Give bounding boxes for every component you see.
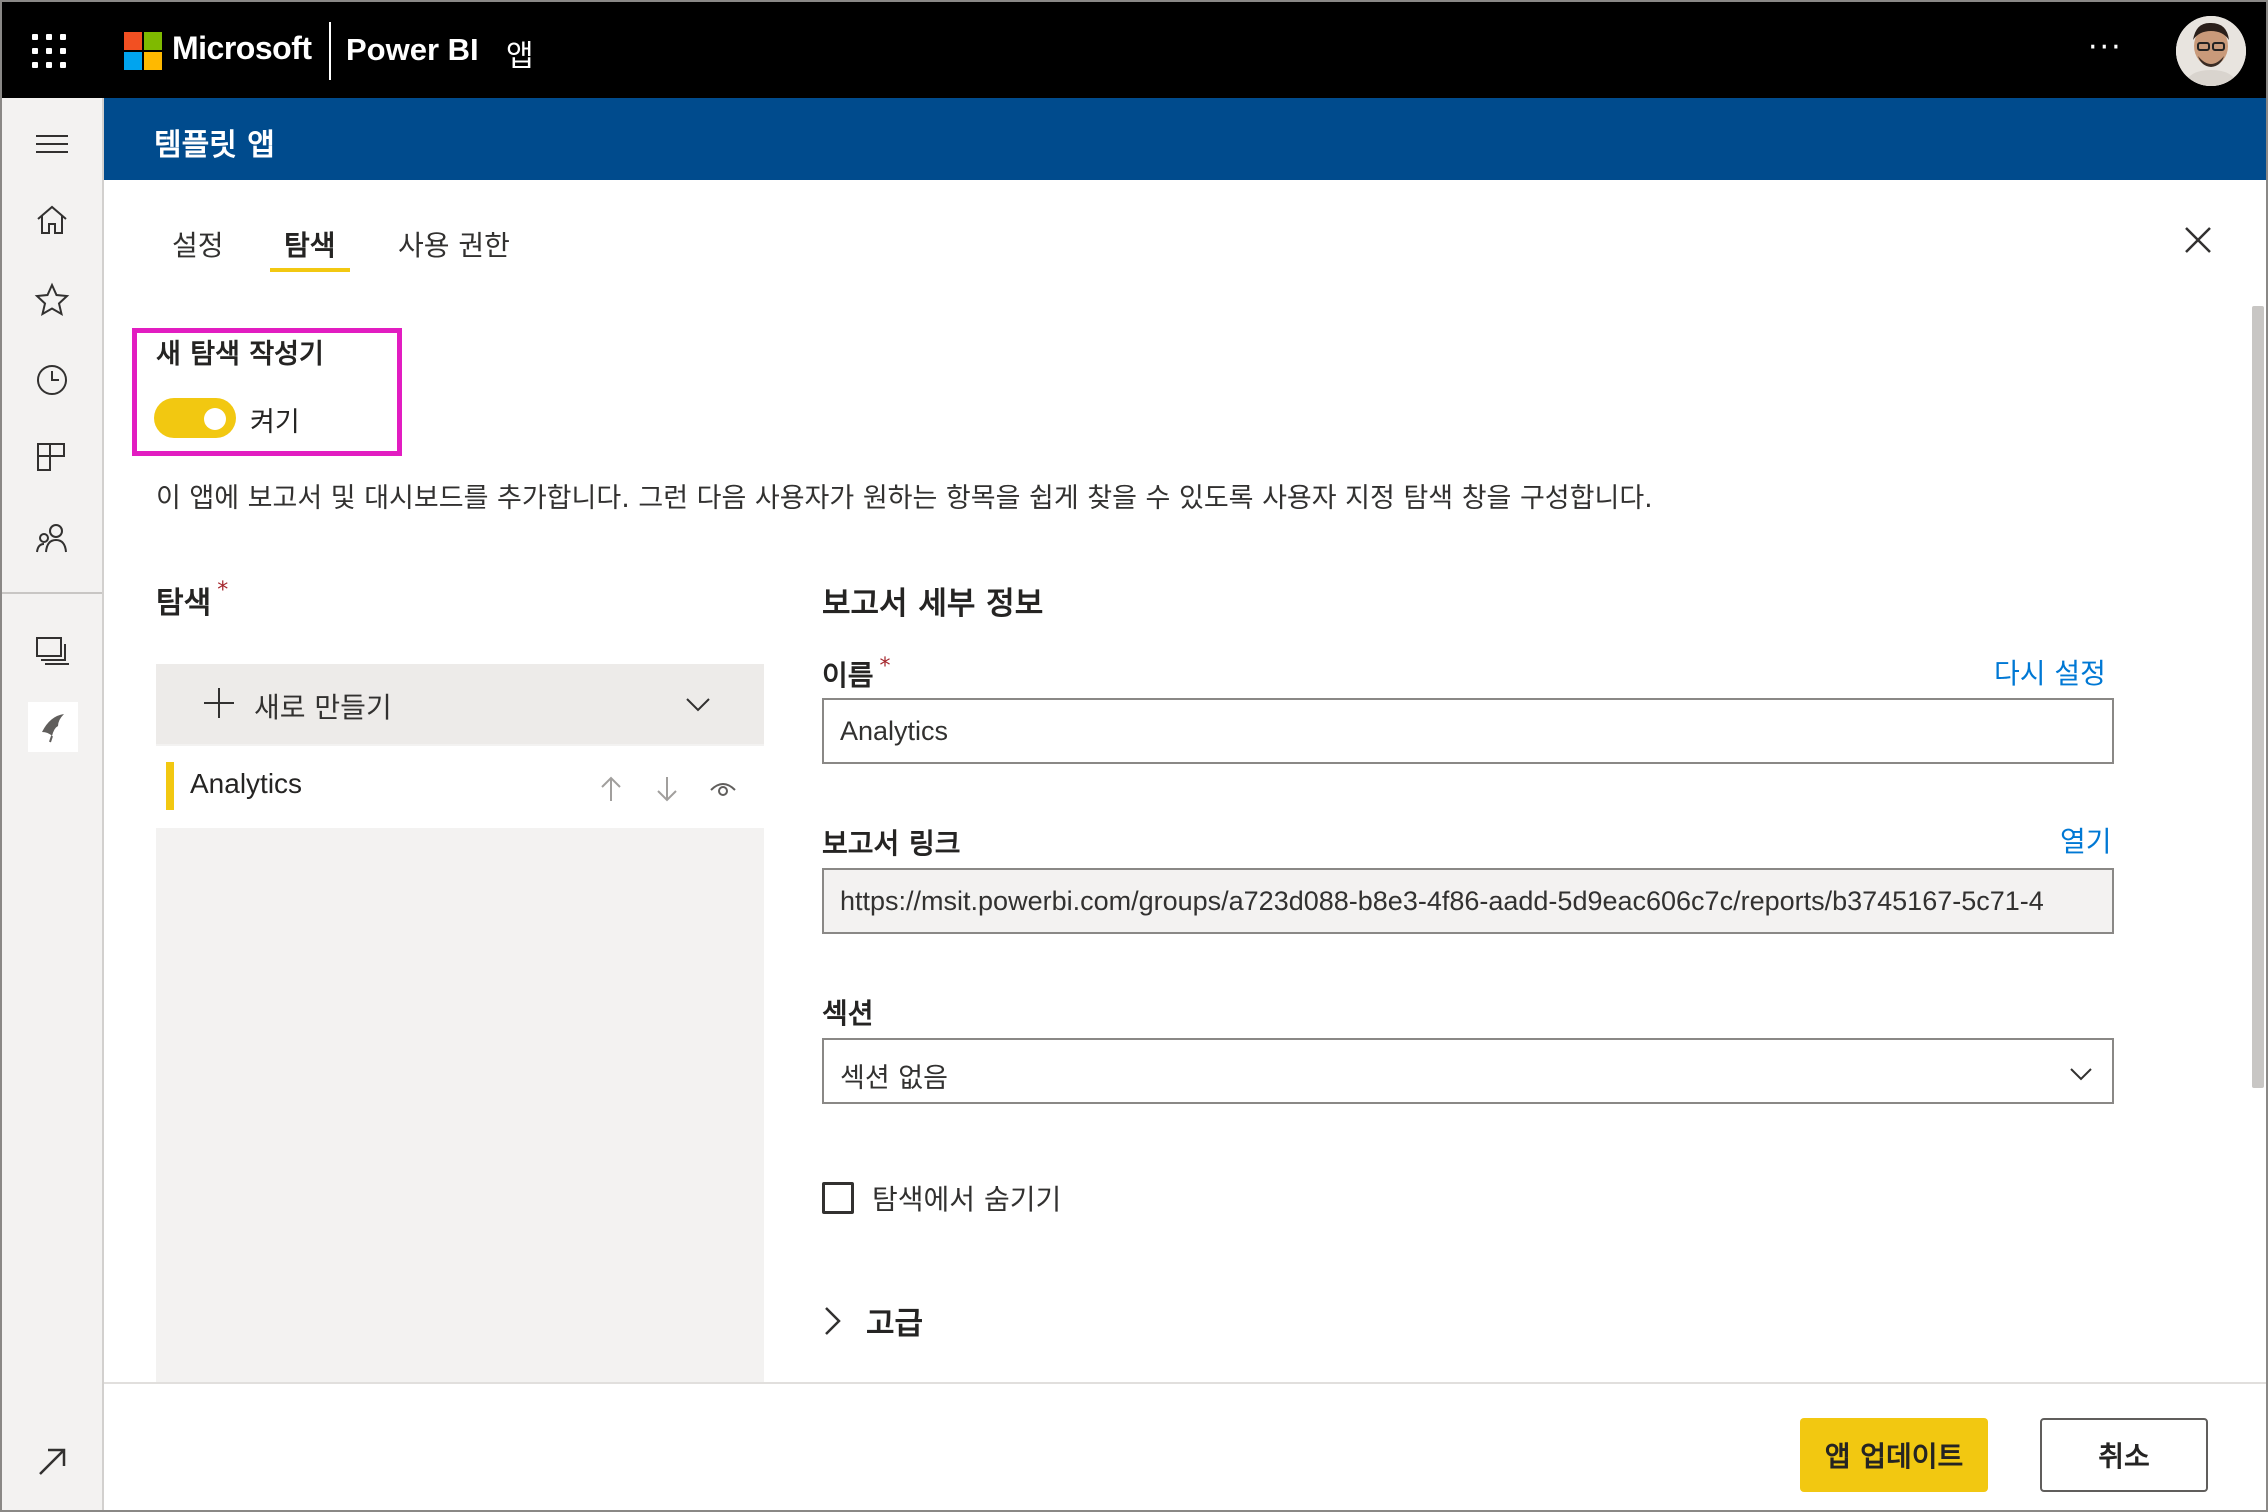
report-link-field[interactable]: https://msit.powerbi.com/groups/a723d088… [822, 868, 2114, 934]
navigation-heading-text: 탐색 [156, 586, 212, 621]
footer-actions: 앱 업데이트 취소 [104, 1382, 2266, 1510]
apps-icon[interactable] [32, 438, 72, 478]
required-mark: * [217, 578, 229, 603]
move-up-arrow-icon[interactable] [596, 774, 626, 804]
app-launcher-icon[interactable] [32, 34, 66, 68]
page-title: 템플릿 앱 [154, 128, 275, 163]
plus-icon [204, 688, 234, 718]
template-app-panel: 설정 탐색 사용 권한 새 탐색 작성기 켜기 이 앱에 보고서 및 대시보드를… [104, 180, 2266, 1510]
section-dropdown-value: 섹션 없음 [840, 1063, 948, 1094]
hide-from-navigation-checkbox[interactable] [822, 1182, 854, 1214]
name-field[interactable]: Analytics [822, 698, 2114, 764]
tab-navigation[interactable]: 탐색 [284, 224, 336, 264]
nav-divider [2, 592, 102, 594]
name-label-text: 이름 [822, 659, 874, 692]
page-header-bar: 템플릿 앱 [104, 98, 2266, 180]
tab-selected-indicator [270, 268, 350, 272]
update-app-button[interactable]: 앱 업데이트 [1800, 1418, 1988, 1492]
workspaces-icon[interactable] [32, 630, 72, 670]
recent-clock-icon[interactable] [32, 360, 72, 400]
section-label: 섹션 [822, 997, 874, 1030]
new-nav-builder-title: 새 탐색 작성기 [156, 339, 324, 370]
list-item[interactable]: Analytics [156, 746, 764, 828]
expand-arrow-icon[interactable] [32, 1442, 72, 1482]
tab-permissions[interactable]: 사용 권한 [398, 224, 510, 264]
left-nav-rail [2, 98, 104, 1510]
chevron-down-icon [2070, 1068, 2092, 1081]
home-icon[interactable] [32, 200, 72, 240]
report-link-label: 보고서 링크 [822, 827, 961, 860]
section-dropdown[interactable]: 섹션 없음 [822, 1038, 2114, 1104]
top-app-bar: Microsoft Power BI 앱 ··· [2, 2, 2266, 98]
microsoft-logo-icon [124, 32, 162, 70]
name-field-label: 이름 * [822, 654, 891, 694]
name-field-value: Analytics [840, 716, 949, 746]
create-new-label: 새로 만들기 [254, 691, 392, 724]
workspace-bird-icon [42, 714, 64, 743]
more-options-icon[interactable]: ··· [2088, 30, 2123, 65]
avatar[interactable] [2176, 16, 2246, 86]
brand-company: Microsoft [172, 30, 312, 66]
navigation-heading: 탐색 * [156, 578, 228, 622]
app-window: Microsoft Power BI 앱 ··· 템플릿 앱 설정 탐색 사용 … [0, 0, 2268, 1512]
new-nav-builder-toggle[interactable] [154, 398, 236, 438]
toggle-knob [204, 408, 226, 430]
advanced-section-toggle[interactable]: 고급 [866, 1298, 923, 1343]
close-icon[interactable] [2178, 220, 2218, 260]
current-workspace-tile[interactable] [28, 702, 78, 752]
create-new-button[interactable]: 새로 만들기 [156, 664, 764, 744]
visibility-eye-icon[interactable] [708, 774, 738, 804]
tab-settings[interactable]: 설정 [172, 224, 224, 264]
brand-separator [329, 22, 331, 80]
shared-with-me-icon[interactable] [32, 518, 72, 558]
selected-item-indicator [166, 762, 174, 810]
favorites-star-icon[interactable] [32, 280, 72, 320]
report-link-value: https://msit.powerbi.com/groups/a723d088… [840, 886, 2044, 916]
breadcrumb-section[interactable]: 앱 [506, 31, 534, 75]
list-item-label: Analytics [190, 768, 303, 799]
hamburger-menu-icon[interactable] [32, 124, 72, 164]
scrollbar[interactable] [2252, 306, 2264, 1088]
open-link[interactable]: 열기 [2060, 820, 2112, 860]
chevron-right-icon[interactable] [820, 1304, 846, 1338]
toggle-label: 켜기 [250, 407, 300, 438]
reset-link[interactable]: 다시 설정 [1994, 652, 2106, 692]
chevron-down-icon[interactable] [684, 690, 712, 718]
report-details-heading: 보고서 세부 정보 [822, 586, 1044, 622]
move-down-arrow-icon[interactable] [652, 774, 682, 804]
brand-product[interactable]: Power BI [346, 32, 479, 68]
hide-from-navigation-label: 탐색에서 숨기기 [872, 1183, 1062, 1216]
navigation-description: 이 앱에 보고서 및 대시보드를 추가합니다. 그런 다음 사용자가 원하는 항… [156, 483, 1653, 514]
cancel-button[interactable]: 취소 [2040, 1418, 2208, 1492]
required-mark: * [879, 654, 891, 679]
